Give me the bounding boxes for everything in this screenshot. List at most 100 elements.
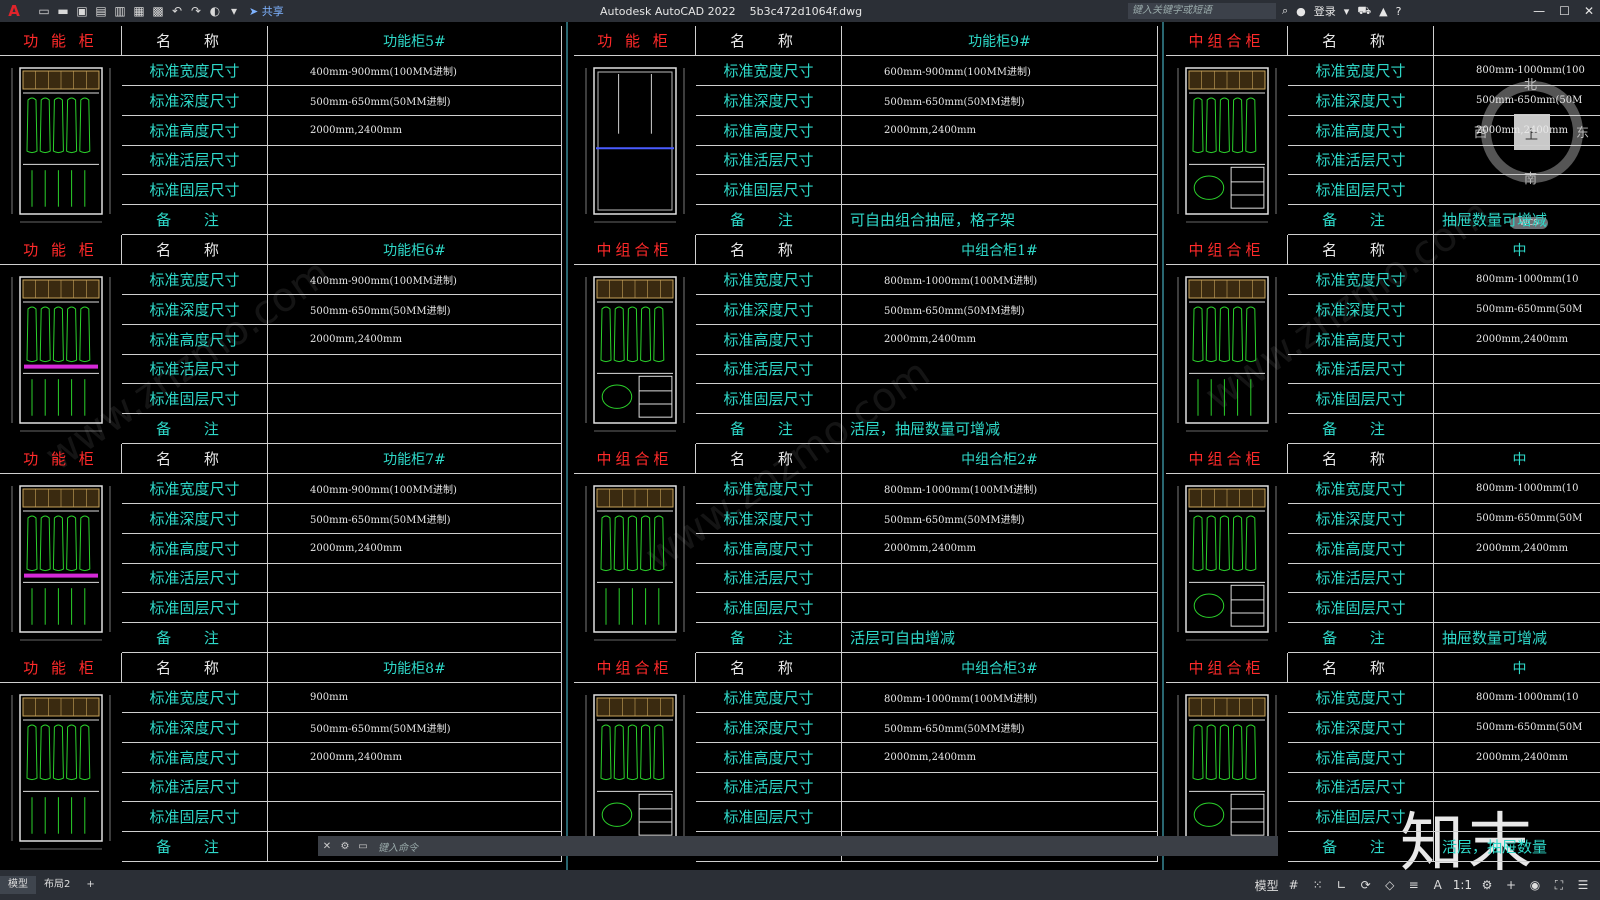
autocad-logo-icon[interactable]: A (0, 0, 28, 22)
undo-icon[interactable]: ↶ (169, 3, 185, 19)
window-controls: — ☐ ✕ (1533, 0, 1594, 22)
close-icon[interactable]: ✕ (1584, 4, 1594, 18)
spec-label: 标准固层尺寸 (696, 175, 842, 205)
file-name: 5b3c472d1064f.dwg (749, 4, 863, 18)
cabinet-spec-block: 中组合柜 名 称 中组合柜3# 标准宽度尺寸 800mm-1000mm(100MM… (574, 653, 1158, 862)
spec-row: 标准活层尺寸 (696, 772, 1158, 803)
command-input[interactable]: 键入命令 (378, 839, 418, 854)
command-history-icon[interactable]: ▭ (354, 841, 372, 852)
cart-icon[interactable]: ⛟ (1357, 4, 1371, 19)
spec-row: 标准深度尺寸 500mm-650mm(50MM进制) (122, 712, 562, 743)
plus-icon[interactable]: + (1502, 878, 1520, 892)
customize-icon[interactable]: ⚙ (336, 841, 354, 852)
spec-label: 标准固层尺寸 (122, 802, 268, 832)
drawing-canvas[interactable]: www.znzmo.com www.znzmo.com www.znzmo.co… (0, 22, 1600, 870)
new-file-icon[interactable]: ▭ (36, 3, 52, 19)
spec-value (1434, 802, 1600, 831)
scale-readout[interactable]: 1:1 (1453, 878, 1472, 892)
tab-layout2[interactable]: 布局2 (36, 876, 78, 894)
spec-label: 标准宽度尺寸 (122, 683, 268, 712)
login-link[interactable]: 登录 (1314, 3, 1336, 19)
gear-icon[interactable]: ⚙ (1478, 878, 1496, 892)
spec-value: 900mm (268, 683, 562, 712)
cabinet-elevation-icon (11, 694, 111, 850)
note-value (268, 623, 562, 652)
spec-value: 400mm-900mm(100MM进制) (268, 265, 562, 294)
spec-label: 标准高度尺寸 (1288, 533, 1434, 563)
spec-row: 标准固层尺寸 (696, 802, 1158, 833)
table-header-row: 功 能 柜 名 称 功能柜5# (0, 26, 562, 56)
spec-value: 500mm-650mm(50MM进制) (842, 294, 1158, 324)
autodesk-app-icon[interactable]: ▲ (1379, 5, 1387, 18)
spec-label: 标准固层尺寸 (1288, 175, 1434, 205)
cabinet-thumbnail (580, 480, 690, 648)
polar-icon[interactable]: ⟳ (1357, 878, 1375, 892)
spec-row: 标准宽度尺寸 800mm-1000mm(10 (1288, 265, 1600, 295)
spec-label: 标准深度尺寸 (122, 294, 268, 324)
spec-value (1434, 145, 1600, 174)
plot-icon[interactable]: ▩ (150, 3, 166, 19)
save-as-icon[interactable]: ▤ (93, 3, 109, 19)
note-label: 备 注 (696, 623, 842, 652)
table-panel: 功 能 柜 名 称 功能柜5# 标准宽度尺寸 400mm-900mm(100MM进… (0, 26, 562, 870)
grid-icon[interactable]: # (1285, 878, 1303, 892)
spec-row: 标准固层尺寸 (1288, 802, 1600, 833)
spec-label: 标准活层尺寸 (1288, 145, 1434, 175)
model-space-button[interactable]: 模型 (1255, 877, 1279, 894)
spec-value: 2000mm,2400mm (268, 742, 562, 772)
minimize-icon[interactable]: — (1533, 4, 1545, 18)
spec-value: 500mm-650mm(50MM进制) (268, 712, 562, 742)
spec-row: 标准活层尺寸 (122, 354, 562, 385)
cabinet-elevation-icon (1177, 276, 1277, 432)
share-button[interactable]: ➤ 共享 (249, 3, 284, 19)
spec-value: 2000mm,2400mm (1434, 116, 1600, 145)
cabinet-elevation-icon (11, 67, 111, 223)
save-icon[interactable]: ▣ (74, 3, 90, 19)
cabinet-spec-block: 中组合柜 名 称 中标准宽度尺寸 800mm-1000mm(10 标准深度尺寸 5… (1166, 235, 1600, 444)
help-icon[interactable]: ? (1396, 5, 1402, 18)
annotation-icon[interactable]: A (1429, 878, 1447, 892)
add-layout-button[interactable]: + (78, 876, 102, 894)
title-right-tools: ⌕ ● 登录 ▾ ⛟ ▲ ? (1282, 0, 1401, 22)
open-web-icon[interactable]: ▥ (112, 3, 128, 19)
spec-row: 标准活层尺寸 (696, 354, 1158, 385)
spec-value (268, 175, 562, 205)
spec-label: 标准宽度尺寸 (696, 474, 842, 503)
spec-value (268, 563, 562, 593)
lineweight-icon[interactable]: ≡ (1405, 878, 1423, 892)
cabinet-title: 功能柜6# (268, 235, 562, 264)
spec-label: 标准高度尺寸 (122, 533, 268, 563)
chevron-down-icon[interactable]: ▾ (1344, 5, 1350, 18)
spec-value: 2000mm,2400mm (268, 324, 562, 354)
note-value: 活层可自由增减 (842, 623, 1158, 652)
spec-row: 标准固层尺寸 (122, 802, 562, 833)
spec-label: 标准深度尺寸 (1288, 294, 1434, 324)
cabinet-elevation-icon (1177, 694, 1277, 850)
table-header-row: 功 能 柜 名 称 功能柜9# (574, 26, 1158, 56)
cabinet-type: 中组合柜 (1166, 444, 1288, 473)
tab-model[interactable]: 模型 (0, 876, 36, 894)
redo-icon[interactable]: ↷ (188, 3, 204, 19)
snap-icon[interactable]: ⁙ (1309, 878, 1327, 892)
close-icon[interactable]: ✕ (318, 841, 336, 852)
dropdown-chevron-icon[interactable]: ▾ (226, 3, 242, 19)
open-folder-icon[interactable]: ▬ (55, 3, 71, 19)
spec-value: 2000mm,2400mm (268, 533, 562, 563)
search-input[interactable]: 键入关键字或短语 (1128, 3, 1276, 19)
save-web-icon[interactable]: ▦ (131, 3, 147, 19)
user-icon[interactable]: ● (1296, 5, 1306, 18)
workspace-icon[interactable]: ◐ (207, 3, 223, 19)
fullscreen-icon[interactable]: ⛶ (1550, 878, 1568, 893)
isolate-icon[interactable]: ◉ (1526, 878, 1544, 892)
search-icon[interactable]: ⌕ (1282, 4, 1288, 18)
spec-row: 标准活层尺寸 (122, 145, 562, 176)
spec-value: 2000mm,2400mm (842, 742, 1158, 772)
osnap-icon[interactable]: ◇ (1381, 878, 1399, 892)
menu-icon[interactable]: ☰ (1574, 878, 1592, 892)
maximize-icon[interactable]: ☐ (1559, 4, 1570, 18)
note-label: 备 注 (696, 414, 842, 443)
ortho-icon[interactable]: ∟ (1333, 878, 1351, 892)
quick-access-toolbar: ▭ ▬ ▣ ▤ ▥ ▦ ▩ ↶ ↷ ◐ ▾ ➤ 共享 (28, 3, 284, 19)
spec-row: 标准高度尺寸 2000mm,2400mm (696, 115, 1158, 146)
spec-row: 标准宽度尺寸 800mm-1000mm(100 (1288, 56, 1600, 86)
